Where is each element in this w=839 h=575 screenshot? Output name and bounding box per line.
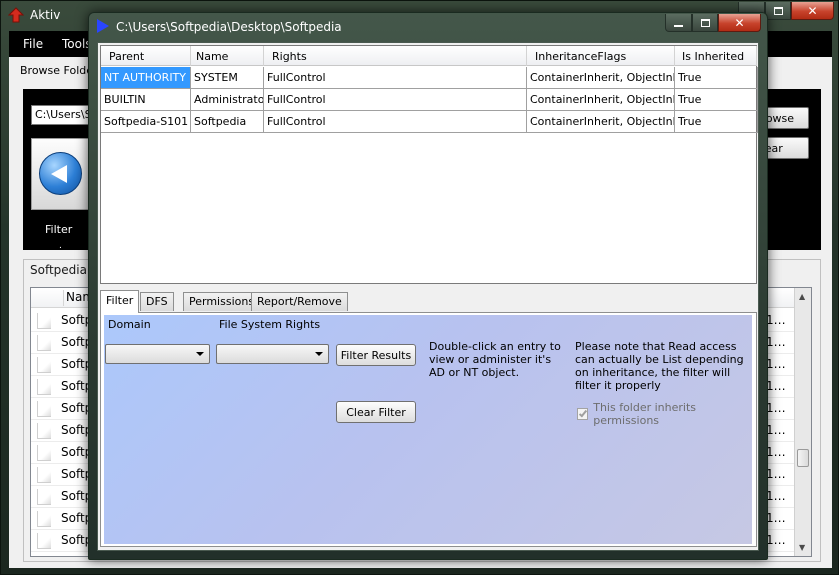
cell-name[interactable]: SYSTEM <box>191 67 264 89</box>
folder-list-scrollbar[interactable]: ▲ ▼ <box>794 288 811 556</box>
file-icon <box>37 335 51 351</box>
minimize-icon <box>674 24 683 27</box>
grid-header: Parent Name Rights InheritanceFlags Is I… <box>101 46 757 66</box>
cell-rights[interactable]: FullControl <box>264 111 527 133</box>
cell-is-inherited[interactable]: True <box>675 67 758 89</box>
permissions-grid[interactable]: Parent Name Rights InheritanceFlags Is I… <box>100 45 758 284</box>
cell-parent[interactable]: Softpedia-S101 <box>101 111 191 133</box>
dialog-minimize-button[interactable] <box>665 14 692 32</box>
back-arrow-icon <box>39 152 82 195</box>
file-icon <box>37 401 51 417</box>
row-value: 1… <box>766 335 786 349</box>
chevron-down-icon <box>315 352 323 356</box>
cell-is-inherited[interactable]: True <box>675 89 758 111</box>
cell-inheritance-flags[interactable]: ContainerInherit, ObjectInherit <box>527 111 675 133</box>
file-icon <box>37 313 51 329</box>
file-icon <box>37 467 51 483</box>
fs-rights-dropdown[interactable] <box>216 344 329 364</box>
dialog-body: Parent Name Rights InheritanceFlags Is I… <box>97 42 759 551</box>
cell-is-inherited[interactable]: True <box>675 111 758 133</box>
row-value: 1… <box>766 511 786 525</box>
cell-parent[interactable]: NT AUTHORITY <box>101 67 191 89</box>
column-is-inherited[interactable]: Is Inherited <box>675 46 757 66</box>
main-window-title: Aktiv <box>30 8 61 22</box>
main-close-button[interactable]: ✕ <box>791 2 834 20</box>
filter-tab-panel: Domain File System Rights Filter Results… <box>100 312 757 547</box>
filter-panel: Domain File System Rights Filter Results… <box>104 315 752 544</box>
file-icon <box>37 445 51 461</box>
cell-rights[interactable]: FullControl <box>264 67 527 89</box>
scroll-down-icon[interactable]: ▼ <box>799 543 805 552</box>
row-value: 1… <box>766 401 786 415</box>
row-value: 1… <box>766 313 786 327</box>
cell-name[interactable]: Softpedia <box>191 111 264 133</box>
back-button[interactable] <box>31 138 91 210</box>
file-icon <box>37 533 51 549</box>
tab-permissions[interactable]: Permissions <box>183 292 261 311</box>
fs-rights-label: File System Rights <box>219 318 321 331</box>
row-value: 1… <box>766 357 786 371</box>
permissions-dialog: C:\Users\Softpedia\Desktop\Softpedia ✕ P… <box>88 12 768 560</box>
app-logo-icon <box>8 7 24 23</box>
table-row[interactable]: Softpedia-S101 Softpedia FullControl Contai… <box>101 111 758 133</box>
close-icon: ✕ <box>807 3 818 18</box>
file-icon <box>37 511 51 527</box>
close-icon: ✕ <box>734 15 745 30</box>
column-parent[interactable]: Parent <box>101 46 191 66</box>
cell-rights[interactable]: FullControl <box>264 89 527 111</box>
double-click-note: Double-click an entry to view or adminis… <box>429 340 561 379</box>
tab-filter[interactable]: Filter <box>100 290 140 313</box>
main-maximize-button[interactable] <box>765 2 791 20</box>
file-icon <box>37 423 51 439</box>
cell-parent[interactable]: BUILTIN <box>101 89 191 111</box>
dialog-title: C:\Users\Softpedia\Desktop\Softpedia <box>116 20 342 34</box>
cell-inheritance-flags[interactable]: ContainerInherit, ObjectInherit <box>527 67 675 89</box>
domain-label: Domain <box>108 318 151 331</box>
maximize-icon <box>700 18 710 27</box>
cell-name[interactable]: Administrators <box>191 89 264 111</box>
inherit-permissions-label: This folder inherits permissions <box>593 401 697 427</box>
row-value: 1… <box>766 489 786 503</box>
dialog-maximize-button[interactable] <box>692 14 718 32</box>
row-value: 1… <box>766 467 786 481</box>
column-name[interactable]: Name <box>191 46 264 66</box>
tab-dfs[interactable]: DFS <box>140 292 174 311</box>
checkmark-icon <box>578 408 588 418</box>
row-value: 1… <box>766 445 786 459</box>
cell-inheritance-flags[interactable]: ContainerInherit, ObjectInherit <box>527 89 675 111</box>
row-value: 1… <box>766 423 786 437</box>
filter-dot: . <box>59 241 62 251</box>
checkbox-box <box>577 408 589 420</box>
play-icon <box>97 19 109 33</box>
menu-file[interactable]: File <box>23 37 43 51</box>
clear-filter-button[interactable]: Clear Filter <box>336 401 416 423</box>
domain-dropdown[interactable] <box>105 344 210 364</box>
scroll-up-icon[interactable]: ▲ <box>799 292 805 301</box>
row-value: 1… <box>766 379 786 393</box>
maximize-icon <box>773 6 783 15</box>
group-title: Softpedia <box>30 263 87 277</box>
column-inheritance-flags[interactable]: InheritanceFlags <box>527 46 675 66</box>
inherit-permissions-checkbox[interactable]: This folder inherits permissions <box>577 401 752 427</box>
chevron-down-icon <box>196 352 204 356</box>
column-rights[interactable]: Rights <box>264 46 527 66</box>
file-icon <box>37 357 51 373</box>
read-access-note: Please note that Read access can actuall… <box>575 340 744 392</box>
table-row[interactable]: NT AUTHORITY SYSTEM FullControl ContainerIn… <box>101 67 758 89</box>
file-icon <box>37 379 51 395</box>
dialog-close-button[interactable]: ✕ <box>718 14 761 32</box>
dialog-caption-buttons: ✕ <box>665 14 761 32</box>
table-row[interactable]: BUILTINAdministratorsFullControlContaine… <box>101 89 758 111</box>
filter-caption: Filter <box>45 223 73 236</box>
row-value: 1… <box>766 533 786 547</box>
filter-results-button[interactable]: Filter Results <box>336 344 416 366</box>
scroll-thumb[interactable] <box>797 449 809 467</box>
tab-report-remove[interactable]: Report/Remove <box>251 292 348 311</box>
file-icon <box>37 489 51 505</box>
